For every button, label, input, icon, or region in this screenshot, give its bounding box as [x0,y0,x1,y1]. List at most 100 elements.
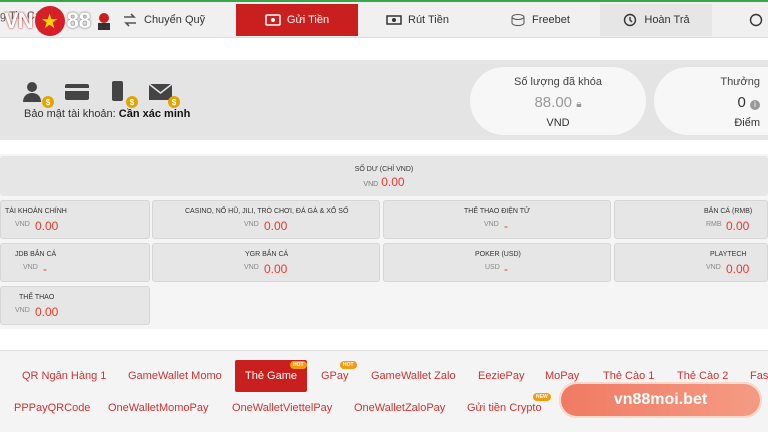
hot-badge: HOT [340,361,357,369]
tab-label: Hoàn Trả [644,14,690,26]
star-icon: ★ [34,6,65,36]
cell-label: PLAYTECH [710,251,747,258]
cell-value: - [43,262,47,276]
clock-icon [748,13,764,27]
balance-cell-main[interactable]: TÀI KHOẢN CHÍNH VND 0.00 [0,200,150,239]
payment-gamewallet-zalo[interactable]: GameWallet Zalo [371,370,456,382]
cell-value: - [504,262,508,276]
payment-onewallet-momopay[interactable]: OneWalletMomoPay [108,402,208,414]
total-balance-value: 0.00 [381,175,405,189]
locked-title: Số lượng đã khóa [514,76,602,88]
cell-value: 0.00 [264,262,288,276]
card-icon[interactable] [64,80,92,104]
mascot-icon [93,10,115,32]
email-icon[interactable]: $ [148,80,180,108]
locked-amount-card: Số lượng đã khóa 88.00 🔒︎ VND [470,67,646,135]
hot-badge: HOT [290,361,307,369]
reward-value-row: 0 i [654,94,760,111]
balance-cell-sports[interactable]: THỂ THAO VND 0.00 [0,286,150,325]
info-icon[interactable]: i [750,100,760,110]
total-balance-label: SỐ DƯ (CHỈ VND) [354,166,414,173]
lock-icon: 🔒︎ [576,99,582,110]
tab-freebet[interactable]: Freebet [510,4,600,36]
cell-label: THỂ THAO [19,294,55,301]
deposit-icon [265,13,281,27]
cell-currency: VND [23,264,38,271]
total-balance-currency: VND [363,181,379,188]
payment-fast[interactable]: Fast [750,370,768,382]
logo-text: VN [4,8,34,33]
cell-label: BẮN CÁ (RMB) [704,208,753,215]
balance-cell-esports[interactable]: THỂ THAO ĐIỆN TỬ VND - [383,200,611,239]
coin-icon: $ [42,96,54,108]
payment-onewallet-viettelpay[interactable]: OneWalletViettelPay [232,402,332,414]
cell-currency: VND [244,221,259,228]
tab-hoan-tra[interactable]: Hoàn Trả [600,4,712,36]
watermark-banner: vn88moi.bet [559,382,762,418]
locked-unit: VND [546,117,570,129]
payment-the-cao-2[interactable]: Thẻ Cào 2 [677,370,728,382]
cell-label: TÀI KHOẢN CHÍNH [5,208,67,215]
phone-icon[interactable]: $ [106,80,138,108]
payment-eeziepay[interactable]: EeziePay [478,370,524,382]
payment-onewallet-zalopay[interactable]: OneWalletZaloPay [354,402,445,414]
payment-gpay[interactable]: GPay [321,370,349,382]
cell-value: 0.00 [35,305,59,319]
tab-label: Rút Tiền [408,14,449,26]
balance-cell-playtech[interactable]: PLAYTECH VND 0.00 [614,243,768,282]
total-balance-value-row: VND 0.00 [0,175,768,189]
payment-qr-bank-1[interactable]: QR Ngân Hàng 1 [22,370,106,382]
total-balance: SỐ DƯ (CHỈ VND) VND 0.00 [0,156,768,196]
coins-icon [510,13,526,27]
cell-value: 0.00 [35,219,59,233]
tab-rut-tien[interactable]: Rút Tiền [386,4,486,36]
balance-cell-poker[interactable]: POKER (USD) USD - [383,243,611,282]
transfer-icon [122,13,138,27]
vn88-logo[interactable]: VN ★ 88 [4,4,115,38]
verification-icons: $ $ $ [22,80,180,108]
tab-chuyen-quy[interactable]: Chuyển Quỹ [122,4,232,36]
coin-icon: $ [126,96,138,108]
balance-cell-ygr[interactable]: YGR BẮN CÁ VND 0.00 [152,243,380,282]
payment-gamewallet-momo[interactable]: GameWallet Momo [128,370,222,382]
payment-pppayqrcode[interactable]: PPPayQRCode [14,402,90,414]
balance-cell-jdb[interactable]: JDB BẮN CÁ VND - [0,243,150,282]
security-label: Bảo mật tài khoản: [24,108,116,120]
cell-value: 0.00 [726,262,750,276]
balance-cell-casino[interactable]: CASINO, NỔ HŨ, JILI, TRÒ CHƠI, ĐÁ GÀ & X… [152,200,380,239]
payment-label: Thẻ Game [245,370,297,382]
balance-cell-fishing-rmb[interactable]: BẮN CÁ (RMB) RMB 0.00 [614,200,768,239]
security-status: Bảo mật tài khoản: Cần xác minh [24,108,190,120]
user-verify-icon[interactable]: $ [22,80,54,108]
tab-label: Chuyển Quỹ [144,14,206,26]
cell-value: 0.00 [726,219,750,233]
cell-currency: VND [706,264,721,271]
tab-label: Freebet [532,14,570,26]
coin-icon: $ [168,96,180,108]
cell-currency: VND [484,221,499,228]
cell-currency: USD [485,264,500,271]
locked-value: 88.00 [534,94,573,111]
cell-label: POKER (USD) [475,251,521,258]
cell-currency: RMB [706,221,722,228]
reward-card: Thưởng 0 i Điểm [654,67,768,135]
cell-currency: VND [15,221,30,228]
cell-value: - [504,219,508,233]
top-accent-line [0,0,768,2]
tab-gui-tien[interactable]: Gửi Tiền [236,4,358,36]
tab-history[interactable] [748,4,768,36]
payment-crypto[interactable]: Gửi tiền Crypto [467,402,542,414]
tab-label: Gửi Tiền [286,14,330,26]
reward-value: 0 [737,94,746,111]
cell-value: 0.00 [264,219,288,233]
cell-currency: VND [244,264,259,271]
cell-label: YGR BẮN CÁ [245,251,289,258]
reward-unit: Điểm [734,117,760,129]
payment-the-cao-1[interactable]: Thẻ Cào 1 [603,370,654,382]
payment-mopay[interactable]: MoPay [545,370,579,382]
cell-label: JDB BẮN CÁ [15,251,57,258]
locked-value-row: 88.00 🔒︎ [470,94,646,111]
logo-number: 88 [66,8,92,33]
withdraw-icon [386,13,402,27]
refund-icon [622,13,638,27]
